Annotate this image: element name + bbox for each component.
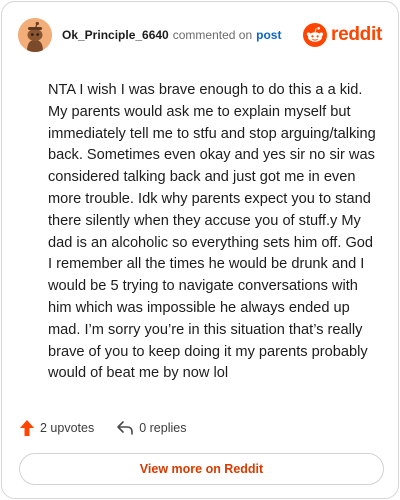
- reply-arrow-icon: [117, 421, 134, 435]
- comment-embed-card: Ok_Principle_6640 commented on post reddit…: [1, 1, 399, 499]
- reddit-logo-icon: [303, 23, 328, 47]
- commented-on-label: commented on: [172, 28, 253, 42]
- upvote-count: 2 upvotes: [40, 421, 95, 435]
- upvote-arrow-icon: [20, 420, 34, 436]
- comment-meta: Ok_Principle_6640 commented on post: [62, 28, 281, 42]
- reply-button[interactable]: 0 replies: [116, 420, 186, 436]
- reddit-brand-link[interactable]: reddit: [303, 23, 382, 47]
- username-link[interactable]: Ok_Principle_6640: [62, 28, 169, 42]
- upvote-button[interactable]: 2 upvotes: [19, 419, 94, 437]
- post-link[interactable]: post: [256, 28, 281, 42]
- user-avatar[interactable]: [18, 18, 52, 52]
- reply-count: 0 replies: [139, 421, 187, 435]
- reddit-wordmark: reddit: [331, 24, 382, 45]
- view-more-on-reddit-button[interactable]: View more on Reddit: [19, 453, 384, 485]
- comment-body: NTA I wish I was brave enough to do this…: [48, 82, 376, 382]
- snoo-avatar-icon: [18, 18, 52, 52]
- comment-header: Ok_Principle_6640 commented on post reddit: [18, 17, 382, 53]
- comment-actions: 2 upvotes 0 replies: [19, 419, 186, 437]
